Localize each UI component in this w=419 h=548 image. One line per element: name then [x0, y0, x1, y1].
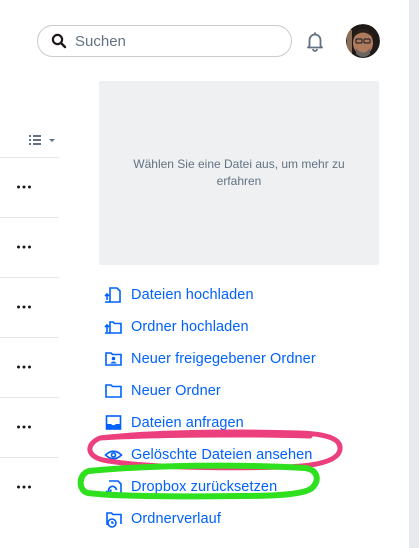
action-folder-history[interactable]: Ordnerverlauf: [104, 503, 404, 535]
bell-icon[interactable]: [303, 29, 327, 53]
window-edge: [409, 0, 419, 548]
action-label: Ordnerverlauf: [131, 511, 221, 527]
action-upload-folder[interactable]: Ordner hochladen: [104, 311, 404, 343]
user-avatar[interactable]: [346, 24, 380, 58]
search-input[interactable]: [75, 32, 275, 50]
action-label: Neuer freigegebener Ordner: [131, 351, 316, 367]
info-panel: Wählen Sie eine Datei aus, um mehr zu er…: [99, 81, 379, 265]
more-options-icon[interactable]: [17, 239, 31, 255]
action-label: Gelöschte Dateien ansehen: [131, 447, 313, 463]
list-item[interactable]: [0, 397, 59, 457]
list-item[interactable]: [0, 277, 59, 337]
upload-folder-icon: [104, 321, 122, 334]
upload-file-icon: [104, 287, 121, 303]
list-item[interactable]: [0, 157, 59, 217]
file-request-icon: [105, 415, 122, 430]
list-item[interactable]: [0, 217, 59, 277]
file-list: [0, 157, 59, 517]
more-options-icon[interactable]: [17, 179, 31, 195]
action-label: Dateien anfragen: [131, 415, 244, 431]
action-label: Ordner hochladen: [131, 319, 249, 335]
shared-folder-icon: [105, 352, 122, 366]
action-label: Neuer Ordner: [131, 383, 221, 399]
action-label: Dropbox zurücksetzen: [131, 479, 278, 495]
action-upload-files[interactable]: Dateien hochladen: [104, 279, 404, 311]
action-new-shared-folder[interactable]: Neuer freigegebener Ordner: [104, 343, 404, 375]
list-item[interactable]: [0, 337, 59, 397]
action-new-folder[interactable]: Neuer Ordner: [104, 375, 404, 407]
folder-history-icon: [106, 512, 122, 528]
eye-icon: [104, 450, 123, 460]
search-bar[interactable]: [37, 25, 292, 57]
more-options-icon[interactable]: [17, 419, 31, 435]
list-view-icon: [29, 135, 55, 145]
folder-icon: [105, 384, 122, 398]
more-options-icon[interactable]: [17, 359, 31, 375]
rewind-icon: [105, 480, 122, 496]
search-icon: [51, 33, 67, 49]
action-view-deleted-files[interactable]: Gelöschte Dateien ansehen: [104, 439, 404, 471]
more-options-icon[interactable]: [17, 299, 31, 315]
action-label: Dateien hochladen: [131, 287, 254, 303]
action-rewind-dropbox[interactable]: Dropbox zurücksetzen: [104, 471, 404, 503]
action-list: Dateien hochladen Ordner hochladen Neuer…: [104, 279, 404, 535]
list-item[interactable]: [0, 457, 59, 517]
action-request-files[interactable]: Dateien anfragen: [104, 407, 404, 439]
view-toggle[interactable]: [27, 131, 59, 149]
info-panel-message: Wählen Sie eine Datei aus, um mehr zu er…: [133, 157, 345, 188]
more-options-icon[interactable]: [17, 479, 31, 495]
